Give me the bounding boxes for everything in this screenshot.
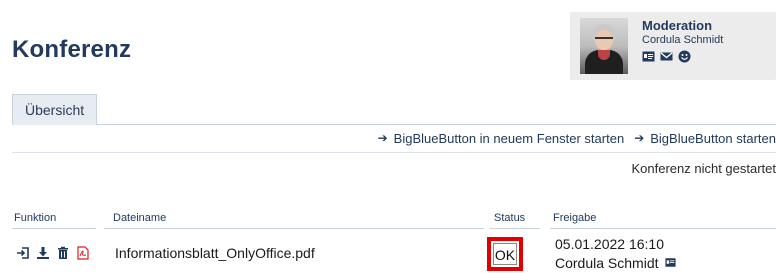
conference-status: Konferenz nicht gestartet [631,161,776,176]
tab-overview[interactable]: Übersicht [12,94,98,125]
vcard-icon[interactable] [664,255,676,271]
start-bbb-label: BigBlueButton starten [650,130,776,146]
tab-bar: Übersicht [12,94,776,125]
login-icon[interactable] [16,246,30,260]
mail-icon[interactable] [660,50,673,63]
header-underline [490,228,540,229]
release-by: Cordula Schmidt [555,255,676,271]
status-highlight: OK [487,237,523,271]
release-date: 05.01.2022 16:10 [555,236,664,252]
divider [12,152,776,153]
conference-actions: ➔ BigBlueButton in neuem Fenster starten… [378,128,776,148]
moderator-role: Moderation [642,18,713,33]
moderator-avatar[interactable] [580,18,628,74]
column-header-filename[interactable]: Dateiname [113,212,166,224]
smiley-icon[interactable] [678,50,691,63]
vcard-icon[interactable] [642,50,655,63]
header-underline [12,228,96,229]
page-title: Konferenz [12,36,132,63]
status-ok-badge[interactable]: OK [493,243,517,265]
header-underline [550,228,776,229]
start-bbb-new-window-label: BigBlueButton in neuem Fenster starten [393,130,625,146]
arrow-right-icon: ➔ [634,131,645,145]
column-header-function: Funktion [14,212,57,224]
arrow-right-icon: ➔ [377,131,388,145]
moderator-name: Cordula Schmidt [642,34,724,46]
pdf-icon[interactable] [76,246,90,260]
column-header-status[interactable]: Status [494,212,525,224]
start-bbb-new-window-link[interactable]: ➔ BigBlueButton in neuem Fenster starten [378,128,625,148]
trash-icon[interactable] [56,246,70,260]
release-by-name: Cordula Schmidt [555,255,659,271]
moderator-card: Moderation Cordula Schmidt [570,12,776,80]
file-name-link[interactable]: Informationsblatt_OnlyOffice.pdf [115,245,315,261]
download-icon[interactable] [36,246,50,260]
start-bbb-link[interactable]: ➔ BigBlueButton starten [634,128,776,148]
column-header-release[interactable]: Freigabe [553,212,596,224]
header-underline [104,228,484,229]
row-function-icons [16,246,90,260]
moderator-contact-icons [642,50,691,63]
